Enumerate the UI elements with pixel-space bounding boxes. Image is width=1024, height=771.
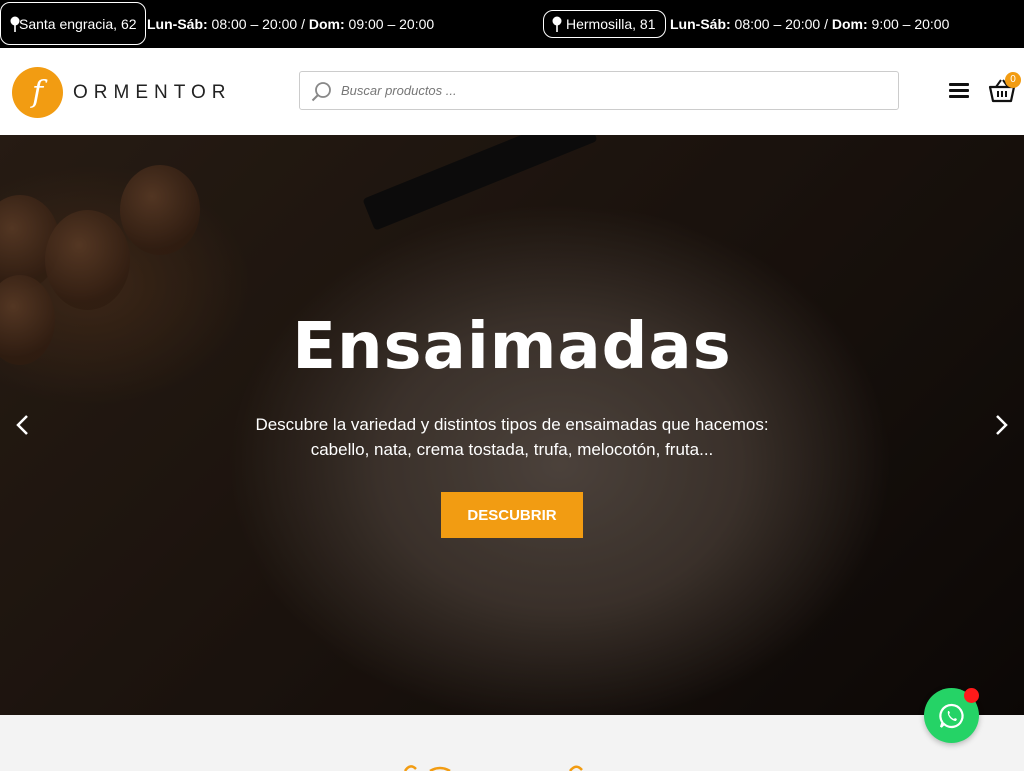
- search-input[interactable]: [341, 83, 881, 98]
- logo-letter: f: [31, 74, 44, 110]
- store-hours: Lun-Sáb: 08:00 – 20:00 / Dom: 9:00 – 20:…: [670, 16, 949, 32]
- days-label: Dom:: [308, 16, 345, 32]
- hours-value: 09:00 – 20:00: [344, 16, 435, 32]
- chevron-right-icon[interactable]: [992, 413, 1010, 437]
- search-icon[interactable]: [311, 81, 333, 103]
- chevron-left-icon[interactable]: [14, 413, 32, 437]
- logo-text[interactable]: ORMENTOR: [73, 82, 231, 104]
- location-pin-icon: [10, 16, 20, 32]
- store-address: Santa engracia, 62: [19, 15, 137, 32]
- notification-dot: [964, 688, 979, 703]
- store-location-santa-engracia[interactable]: Santa engracia, 62: [0, 2, 146, 45]
- days-label: Lun-Sáb:: [147, 16, 208, 32]
- store-address: Hermosilla, 81: [566, 16, 656, 32]
- days-label: Dom:: [831, 16, 868, 32]
- days-label: Lun-Sáb:: [670, 16, 731, 32]
- hero-slider: Ensaimadas Descubre la variedad y distin…: [0, 135, 1024, 715]
- section-heading-decoration: [403, 765, 583, 771]
- cart-count-badge: 0: [1005, 72, 1021, 88]
- content-section: [0, 715, 1024, 771]
- store-hours: Lun-Sáb: 08:00 – 20:00 / Dom: 09:00 – 20…: [147, 16, 434, 32]
- hours-value: 9:00 – 20:00: [867, 16, 950, 32]
- whatsapp-icon: [938, 703, 964, 728]
- location-pin-icon: [552, 16, 562, 32]
- store-location-hermosilla[interactable]: Hermosilla, 81: [543, 10, 666, 38]
- top-info-bar: Santa engracia, 62 Lun-Sáb: 08:00 – 20:0…: [0, 0, 1024, 48]
- discover-button[interactable]: DESCUBRIR: [441, 492, 583, 538]
- site-header: f ORMENTOR 0: [0, 48, 1024, 135]
- hours-value: 08:00 – 20:00 /: [730, 16, 832, 32]
- menu-icon[interactable]: [949, 83, 969, 99]
- hours-value: 08:00 – 20:00 /: [207, 16, 309, 32]
- product-search: [299, 71, 899, 110]
- hero-title: Ensaimadas: [292, 310, 732, 384]
- hero-subtitle: Descubre la variedad y distintos tipos d…: [255, 415, 769, 459]
- logo[interactable]: f: [12, 67, 63, 118]
